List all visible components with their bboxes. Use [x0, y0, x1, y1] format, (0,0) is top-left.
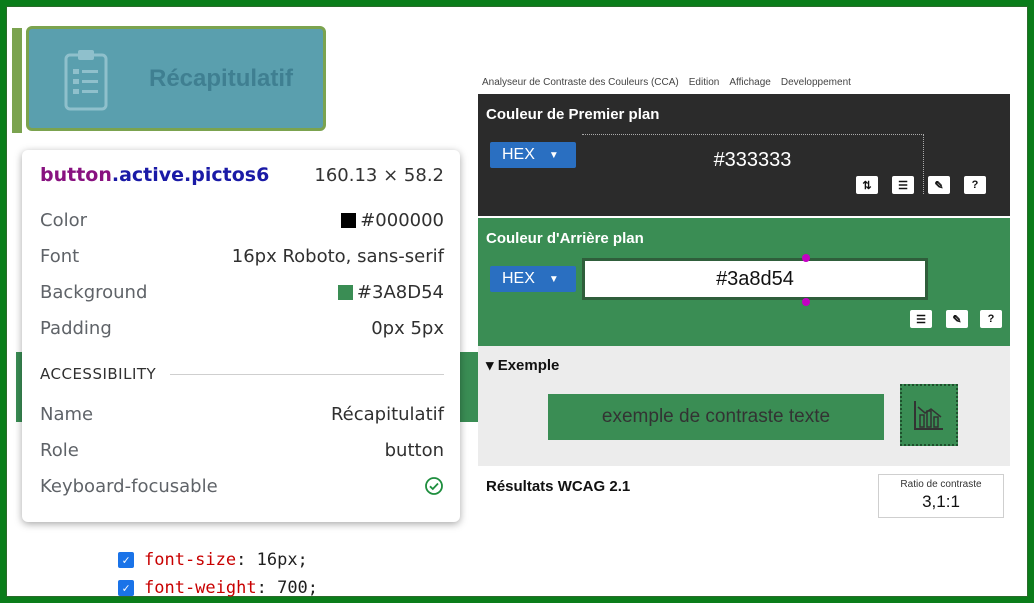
text-caret-top: [802, 254, 810, 262]
recap-button-label: Récapitulatif: [149, 64, 294, 92]
css-colon: :: [236, 550, 257, 570]
row-value: #3A8D54: [337, 281, 444, 303]
section-divider: [170, 373, 444, 375]
example-panel: ▾ Exemple exemple de contraste texte: [478, 346, 1010, 466]
row-key: Font: [40, 245, 80, 267]
row-key: Role: [40, 439, 79, 461]
menu-app[interactable]: Analyseur de Contraste des Couleurs (CCA…: [482, 77, 679, 88]
row-key: Color: [40, 209, 87, 231]
element-tag: button: [40, 164, 112, 186]
font-value: 16px Roboto, sans-serif: [231, 245, 444, 267]
sliders-icon[interactable]: ☰: [892, 176, 914, 194]
menu-developer[interactable]: Developpement: [781, 77, 851, 88]
ratio-label: Ratio de contraste: [900, 479, 982, 490]
color-swatch: [341, 212, 357, 228]
chart-icon: [914, 401, 943, 430]
element-selector: button.active.pictos6: [40, 164, 269, 186]
background-swatch: [337, 284, 353, 300]
tooltip-row-font: Font 16px Roboto, sans-serif: [40, 238, 444, 274]
row-key: Background: [40, 281, 148, 303]
css-property: font-size: [144, 550, 237, 570]
a11y-row-focusable: Keyboard-focusable: [40, 468, 444, 504]
section-title: ACCESSIBILITY: [40, 365, 157, 383]
example-chart-icon: [900, 384, 958, 446]
eyedropper-icon[interactable]: ✎: [928, 176, 950, 194]
row-key: Name: [40, 403, 94, 425]
example-title: Exemple: [497, 357, 560, 374]
background-title: Couleur d'Arrière plan: [486, 230, 644, 247]
css-declaration: ✓ font-weight: 700;: [118, 574, 318, 602]
tooltip-row-color: Color #000000: [40, 202, 444, 238]
page-fragment: [12, 28, 22, 133]
text-caret-bottom: [802, 298, 810, 306]
page-fragment: [460, 352, 478, 422]
tooltip-header: button.active.pictos6 160.13 × 58.2: [40, 164, 444, 202]
row-key: Keyboard-focusable: [40, 475, 218, 497]
accessibility-section-header: ACCESSIBILITY: [40, 352, 444, 396]
tooltip-row-padding: Padding 0px 5px: [40, 310, 444, 346]
swap-colors-icon[interactable]: ⇅: [856, 176, 878, 194]
foreground-title: Couleur de Premier plan: [486, 106, 660, 123]
example-toggle[interactable]: ▾ Exemple: [486, 356, 559, 374]
css-value[interactable]: 16px;: [257, 550, 308, 570]
inspect-tooltip: button.active.pictos6 160.13 × 58.2 Colo…: [22, 150, 460, 522]
check-circle-icon: [425, 477, 443, 495]
contrast-ratio-box: Ratio de contraste 3,1:1: [878, 474, 1004, 518]
declaration-checkbox[interactable]: ✓: [118, 552, 134, 568]
chevron-down-icon: ▼: [548, 273, 559, 285]
sliders-icon[interactable]: ☰: [910, 310, 932, 328]
menu-edit[interactable]: Edition: [689, 77, 720, 88]
css-value[interactable]: 700;: [277, 578, 318, 598]
css-property: font-weight: [144, 578, 257, 598]
triangle-down-icon: ▾: [486, 357, 498, 374]
format-label: HEX: [502, 270, 535, 287]
contrast-analyser-window: Analyseur de Contraste des Couleurs (CCA…: [478, 72, 1010, 532]
help-icon[interactable]: ?: [964, 176, 986, 194]
eyedropper-icon[interactable]: ✎: [946, 310, 968, 328]
recap-button[interactable]: Récapitulatif: [26, 26, 326, 131]
background-value: #3A8D54: [356, 281, 444, 303]
chevron-down-icon: ▼: [548, 149, 559, 161]
clipboard-list-icon: [64, 49, 108, 110]
css-colon: :: [256, 578, 278, 598]
background-value-field[interactable]: #3a8d54: [582, 258, 928, 300]
menu-bar: Analyseur de Contraste des Couleurs (CCA…: [478, 72, 1010, 92]
a11y-row-role: Role button: [40, 432, 444, 468]
css-declaration: ✓ font-size: 16px;: [118, 546, 318, 574]
background-format-select[interactable]: HEX ▼: [490, 266, 576, 292]
a11y-row-name: Name Récapitulatif: [40, 396, 444, 432]
example-text: exemple de contraste texte: [548, 394, 884, 440]
a11y-name-value: Récapitulatif: [330, 403, 444, 425]
element-classes: .active.pictos6: [111, 164, 270, 186]
declaration-checkbox[interactable]: ✓: [118, 580, 134, 596]
wcag-results-title: Résultats WCAG 2.1: [486, 478, 631, 495]
row-key: Padding: [40, 317, 112, 339]
menu-view[interactable]: Affichage: [729, 77, 771, 88]
a11y-role-value: button: [384, 439, 444, 461]
tooltip-row-background: Background #3A8D54: [40, 274, 444, 310]
padding-value: 0px 5px: [371, 317, 444, 339]
css-declarations: ✓ font-size: 16px; ✓ font-weight: 700;: [118, 546, 318, 602]
color-value: #000000: [360, 209, 444, 231]
help-icon[interactable]: ?: [980, 310, 1002, 328]
background-panel: Couleur d'Arrière plan HEX ▼ #3a8d54 ☰ ✎ …: [478, 218, 1010, 346]
format-label: HEX: [502, 146, 535, 163]
row-value: #000000: [341, 210, 444, 231]
foreground-panel: Couleur de Premier plan HEX ▼ #333333 ⇅ ☰…: [478, 94, 1010, 216]
element-size: 160.13 × 58.2: [314, 165, 444, 186]
foreground-format-select[interactable]: HEX ▼: [490, 142, 576, 168]
ratio-value: 3,1:1: [922, 492, 960, 511]
